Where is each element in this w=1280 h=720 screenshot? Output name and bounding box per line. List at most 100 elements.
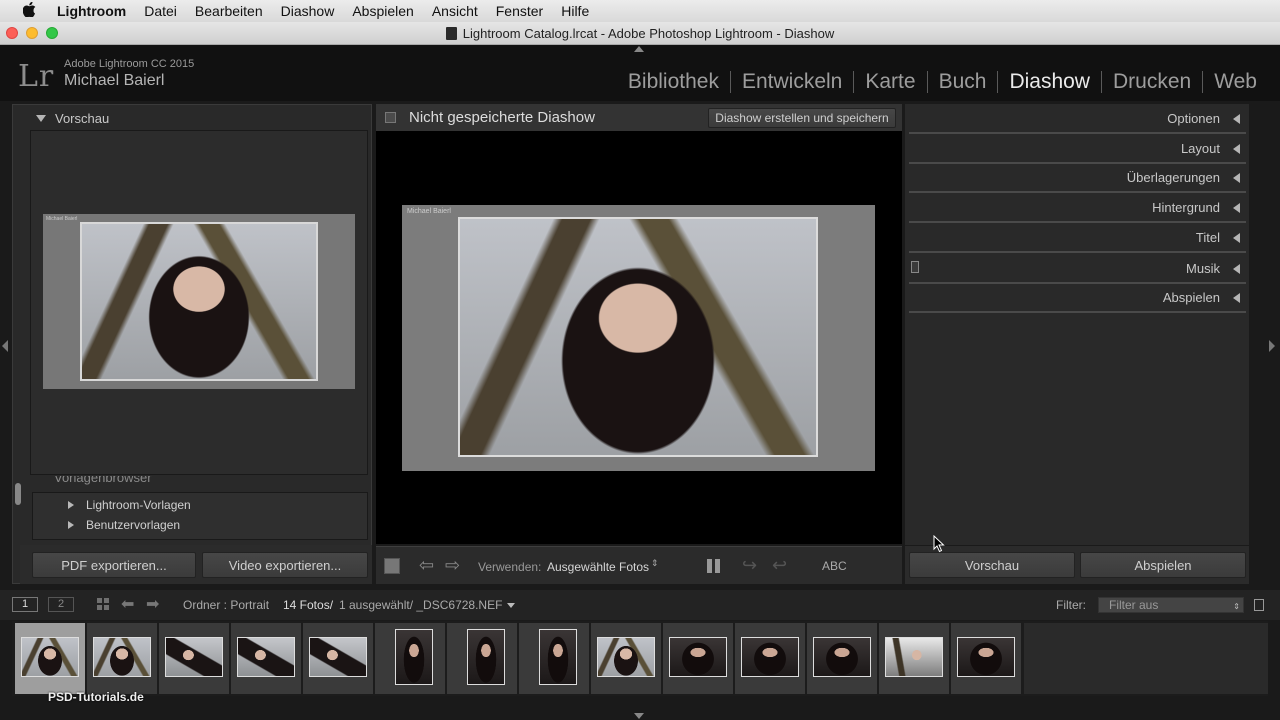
section-ueberlagerungen[interactable]: Überlagerungen — [909, 163, 1246, 193]
top-panel-toggle-icon[interactable] — [634, 46, 644, 52]
filmstrip-thumbnail[interactable] — [591, 623, 661, 694]
module-picker: Bibliothek Entwickeln Karte Buch Diashow… — [617, 71, 1268, 93]
slide-identity-watermark[interactable]: Michael Baierl — [407, 208, 451, 215]
music-enable-toggle[interactable] — [911, 261, 919, 273]
menu-datei[interactable]: Datei — [135, 3, 186, 19]
use-dropdown-stepper-icon[interactable]: ⇕ — [651, 558, 659, 569]
module-karte[interactable]: Karte — [853, 71, 926, 93]
module-buch[interactable]: Buch — [926, 71, 998, 93]
identity-plate-bar: Lr Adobe Lightroom CC 2015 Michael Baier… — [0, 45, 1280, 101]
filmstrip-thumbnail[interactable] — [231, 623, 301, 694]
play-button[interactable]: Abspielen — [1080, 552, 1246, 578]
filmstrip-thumbnail[interactable] — [303, 623, 373, 694]
rotate-clockwise-icon[interactable]: ↪ — [742, 555, 757, 576]
rotate-counterclockwise-icon[interactable]: ↩ — [772, 555, 787, 576]
filmstrip-thumbnail[interactable] — [159, 623, 229, 694]
menu-ansicht[interactable]: Ansicht — [423, 3, 487, 19]
window-title: Lightroom Catalog.lrcat - Adobe Photosho… — [0, 26, 1280, 41]
selection-info[interactable]: 1 ausgewählt/ _DSC6728.NEF — [339, 598, 516, 612]
section-hintergrund[interactable]: Hintergrund — [909, 193, 1246, 223]
previous-slide-icon[interactable]: ⇦ — [419, 555, 434, 576]
filmstrip-thumbnail[interactable] — [879, 623, 949, 694]
lightroom-logo: Lr — [18, 59, 55, 94]
module-entwickeln[interactable]: Entwickeln — [729, 71, 853, 93]
add-text-overlay-button[interactable]: ABC — [822, 559, 847, 573]
slide-preview-watermark: Michael Baierl — [46, 216, 78, 222]
filter-lock-icon[interactable] — [1254, 599, 1264, 611]
menu-bearbeiten[interactable]: Bearbeiten — [186, 3, 272, 19]
module-drucken[interactable]: Drucken — [1100, 71, 1202, 93]
template-folder-lightroom[interactable]: Lightroom-Vorlagen — [68, 498, 191, 512]
preview-header-label: Vorschau — [55, 111, 110, 126]
filmstrip-thumbnail[interactable] — [951, 623, 1021, 694]
menu-app-name[interactable]: Lightroom — [48, 3, 135, 19]
menu-abspielen[interactable]: Abspielen — [343, 3, 423, 19]
menu-hilfe[interactable]: Hilfe — [552, 3, 598, 19]
right-panel-toggle-icon[interactable] — [1269, 340, 1275, 352]
photo-count[interactable]: 14 Fotos/ — [283, 598, 333, 612]
module-diashow[interactable]: Diashow — [997, 71, 1101, 93]
expand-triangle-icon — [1233, 233, 1240, 243]
section-label: Optionen — [1167, 111, 1220, 126]
source-folder[interactable]: Ordner : Portrait — [183, 598, 269, 612]
apple-menu-icon[interactable] — [20, 1, 38, 20]
left-panel-scrollbar[interactable] — [15, 483, 21, 505]
template-browser-label: Vorlagenbrowser — [54, 476, 152, 485]
filmstrip-header: 1 2 ⬅ ➡ Ordner : Portrait 14 Fotos/ 1 au… — [0, 590, 1280, 620]
bottom-panel-toggle-icon[interactable] — [634, 713, 644, 719]
filmstrip-thumbnail[interactable] — [15, 623, 85, 694]
pause-icon[interactable] — [707, 559, 721, 573]
template-folder-label: Lightroom-Vorlagen — [86, 498, 191, 512]
section-musik[interactable]: Musik — [909, 254, 1246, 284]
second-window-button[interactable]: 2 — [48, 597, 74, 612]
psd-tutorials-watermark: PSD-Tutorials.de — [48, 690, 144, 704]
left-panel-toggle-icon[interactable] — [2, 340, 8, 352]
section-label: Layout — [1180, 141, 1220, 156]
section-abspielen[interactable]: Abspielen — [909, 283, 1246, 313]
video-export-button[interactable]: Video exportieren... — [202, 552, 368, 578]
expand-triangle-icon — [1233, 203, 1240, 213]
template-folder-user[interactable]: Benutzervorlagen — [68, 518, 180, 532]
product-name: Adobe Lightroom CC 2015 — [64, 58, 195, 70]
mouse-cursor-icon — [933, 534, 945, 558]
section-optionen[interactable]: Optionen — [909, 104, 1246, 134]
filmstrip-thumbnail[interactable] — [663, 623, 733, 694]
module-bibliothek[interactable]: Bibliothek — [617, 71, 730, 93]
section-layout[interactable]: Layout — [909, 134, 1246, 164]
slide-preview-thumbnail: Michael Baierl — [43, 214, 355, 389]
module-web[interactable]: Web — [1202, 71, 1268, 93]
filmstrip-thumbnail[interactable] — [519, 623, 589, 694]
next-slide-icon[interactable]: ⇨ — [445, 555, 460, 576]
collapse-triangle-icon — [36, 115, 46, 122]
use-dropdown[interactable]: Ausgewählte Fotos — [547, 560, 649, 574]
preview-panel-header[interactable]: Vorschau — [36, 111, 109, 126]
slideshow-checkbox[interactable] — [385, 112, 396, 123]
back-arrow-icon[interactable]: ⬅ — [121, 594, 134, 614]
stepper-icon: ⇕ — [1233, 602, 1240, 611]
slideshow-title: Nicht gespeicherte Diashow — [409, 109, 595, 126]
use-label: Verwenden: — [478, 560, 542, 574]
expand-triangle-icon — [68, 501, 74, 509]
template-browser-header[interactable]: Vorlagenbrowser — [32, 476, 368, 485]
main-window-button[interactable]: 1 — [12, 597, 38, 612]
menu-diashow[interactable]: Diashow — [272, 3, 344, 19]
stop-icon[interactable] — [384, 558, 400, 574]
filmstrip-thumbnail[interactable] — [375, 623, 445, 694]
expand-triangle-icon — [1233, 173, 1240, 183]
slide-photo[interactable] — [458, 217, 818, 457]
slide-preview-photo — [80, 222, 318, 381]
filter-dropdown[interactable]: Filter aus ⇕ — [1098, 597, 1244, 613]
expand-triangle-icon — [1233, 144, 1240, 154]
section-titel[interactable]: Titel — [909, 223, 1246, 253]
grid-view-icon[interactable] — [97, 598, 109, 610]
filmstrip-thumbnail[interactable] — [735, 623, 805, 694]
pdf-export-button[interactable]: PDF exportieren... — [32, 552, 196, 578]
menu-fenster[interactable]: Fenster — [487, 3, 552, 19]
forward-arrow-icon[interactable]: ➡ — [146, 594, 159, 614]
filmstrip-thumbnail[interactable] — [807, 623, 877, 694]
dropdown-icon — [507, 603, 516, 608]
filmstrip-thumbnail[interactable] — [87, 623, 157, 694]
create-slideshow-button[interactable]: Diashow erstellen und speichern — [708, 108, 896, 128]
filmstrip-thumbnail[interactable] — [447, 623, 517, 694]
lightroom-window: { "menubar": { "apple": "", "app": "Ligh… — [0, 0, 1280, 720]
